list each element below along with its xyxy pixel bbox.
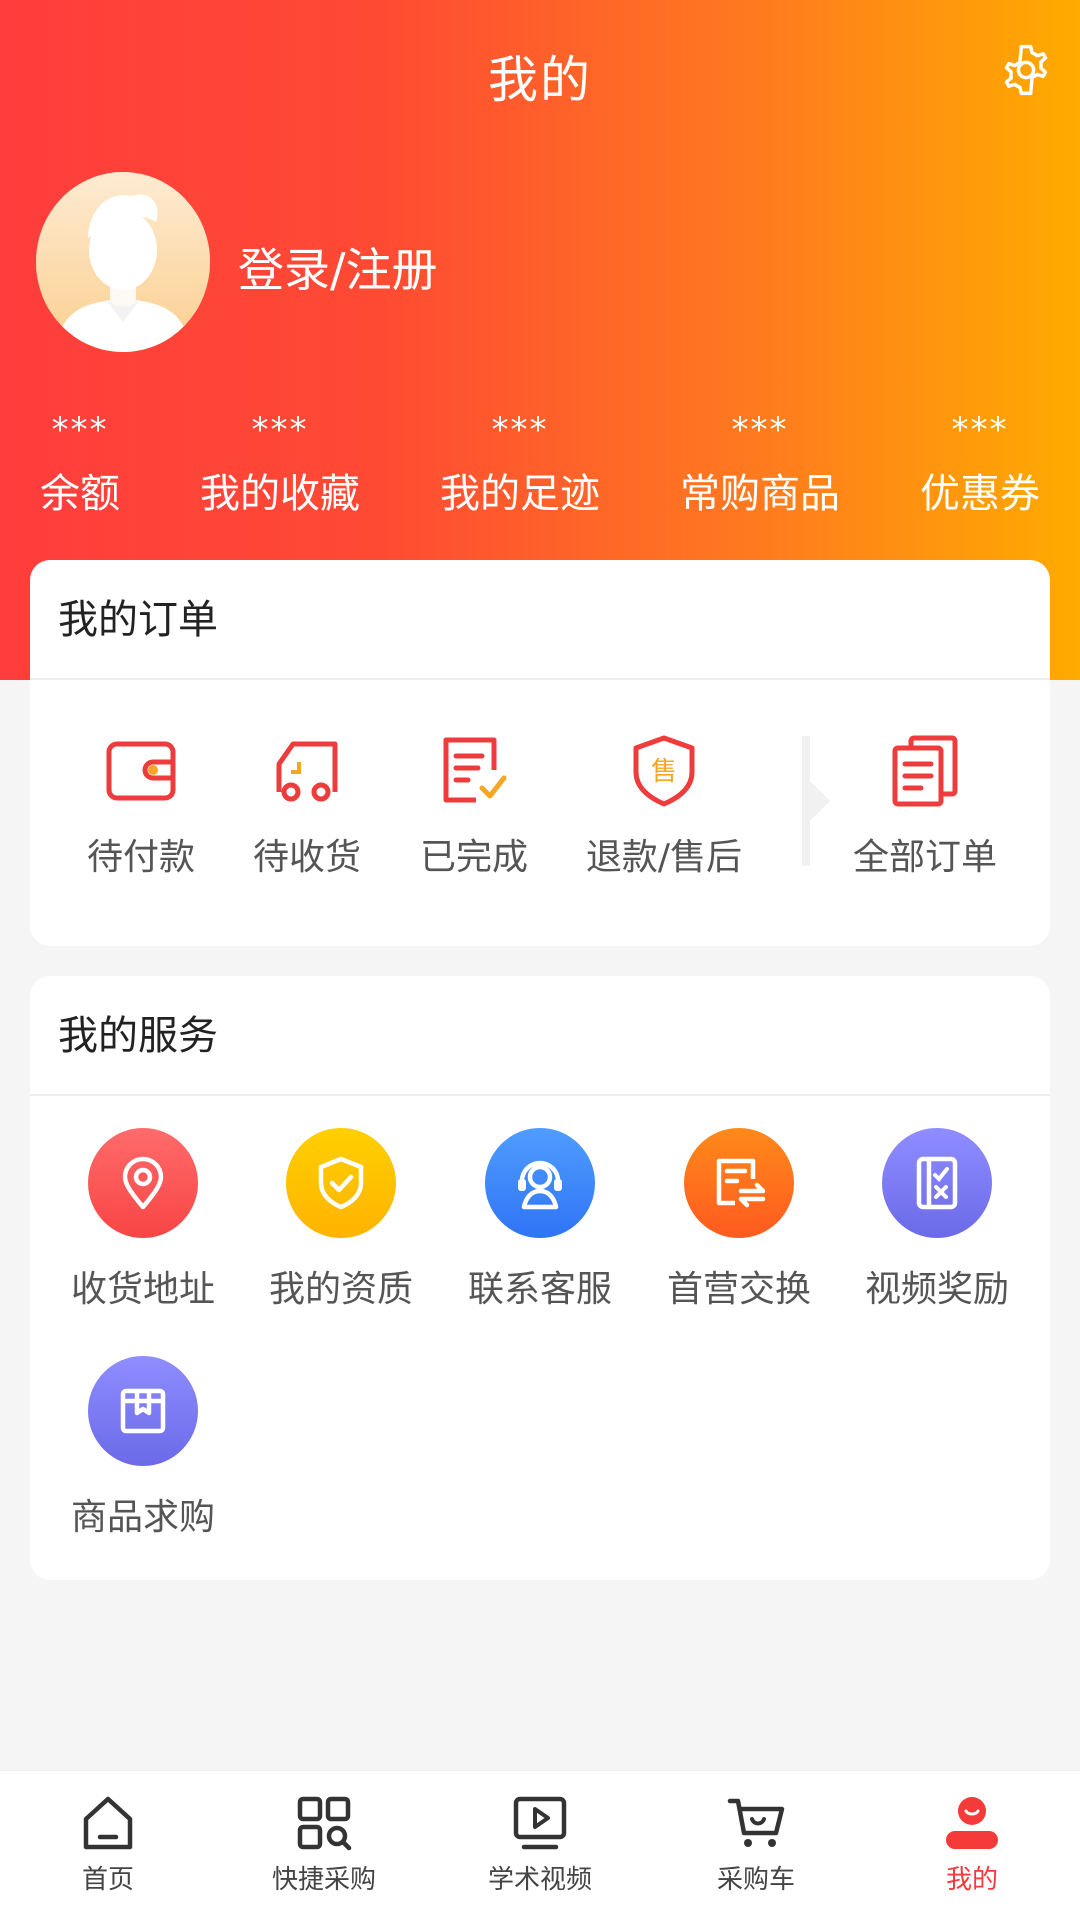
- service-product-request[interactable]: 商品求购: [53, 1356, 233, 1540]
- orders-title: 我的订单: [30, 560, 1050, 680]
- service-qualification[interactable]: 我的资质: [251, 1128, 431, 1312]
- orders-stack-icon: [892, 735, 958, 807]
- tab-profile[interactable]: 我的: [892, 1793, 1052, 1896]
- stat-value: ***: [731, 410, 789, 450]
- orders-card: 我的订单 待付款 待收货 已完成 售 退款/售后 全部订单: [30, 560, 1050, 946]
- tab-cart[interactable]: 采购车: [676, 1793, 836, 1896]
- stat-balance[interactable]: *** 余额: [40, 410, 120, 524]
- tab-label: 采购车: [716, 1865, 795, 1895]
- stats-row: *** 余额 *** 我的收藏 *** 我的足迹 *** 常购商品 *** 优惠…: [0, 410, 1080, 530]
- stat-label: 常购商品: [680, 471, 840, 517]
- order-item-label: 全部订单: [852, 837, 997, 878]
- shield-sale-icon: 售: [633, 735, 695, 807]
- service-first-exchange[interactable]: 首营交换: [649, 1128, 829, 1312]
- headset-icon: [485, 1128, 595, 1238]
- cart-icon: [727, 1798, 785, 1847]
- video-icon: [513, 1796, 567, 1850]
- service-label: 首营交换: [666, 1269, 811, 1310]
- service-customer-support[interactable]: 联系客服: [450, 1128, 630, 1312]
- document-check-icon: [443, 737, 507, 803]
- tab-label: 首页: [81, 1865, 134, 1895]
- service-label: 视频奖励: [864, 1269, 1009, 1310]
- exchange-icon: [684, 1128, 794, 1238]
- stat-coupons[interactable]: *** 优惠券: [920, 410, 1040, 524]
- login-register-link[interactable]: 登录/注册: [238, 234, 438, 300]
- order-refund-aftersale[interactable]: 售 退款/售后: [564, 732, 764, 880]
- stat-label: 我的收藏: [200, 471, 360, 517]
- stat-label: 优惠券: [920, 471, 1040, 517]
- order-item-label: 退款/售后: [585, 837, 743, 878]
- avatar[interactable]: [36, 172, 210, 352]
- tab-label: 学术视频: [487, 1865, 592, 1895]
- svg-text:售: 售: [651, 757, 677, 787]
- stat-value: ***: [491, 410, 549, 450]
- order-item-label: 已完成: [419, 837, 528, 878]
- home-icon: [83, 1796, 133, 1850]
- tab-academic-video[interactable]: 学术视频: [460, 1793, 620, 1896]
- stat-value: ***: [951, 410, 1009, 450]
- stat-label: 我的足迹: [440, 471, 600, 517]
- stat-frequent-products[interactable]: *** 常购商品: [680, 410, 840, 524]
- order-completed[interactable]: 已完成: [374, 732, 574, 880]
- tab-home[interactable]: 首页: [28, 1793, 188, 1896]
- service-shipping-address[interactable]: 收货地址: [53, 1128, 233, 1312]
- tab-label: 快捷采购: [271, 1865, 376, 1895]
- profile-icon: [946, 1797, 998, 1849]
- service-video-reward[interactable]: 视频奖励: [847, 1128, 1027, 1312]
- truck-icon: [276, 741, 338, 802]
- package-icon: [88, 1356, 198, 1466]
- service-label: 联系客服: [467, 1269, 612, 1310]
- stat-footprints[interactable]: *** 我的足迹: [440, 410, 600, 524]
- stat-label: 余额: [40, 471, 120, 517]
- service-label: 我的资质: [268, 1269, 413, 1310]
- tab-label: 我的: [945, 1865, 998, 1895]
- services-card: 我的服务 收货地址 我的资质 联系客服 首营交换 视频奖励 商品求购: [30, 976, 1050, 1580]
- location-pin-icon: [88, 1128, 198, 1238]
- tab-quick-purchase[interactable]: 快捷采购: [244, 1793, 404, 1896]
- stat-favorites[interactable]: *** 我的收藏: [200, 410, 360, 524]
- wallet-icon: [106, 741, 176, 801]
- checklist-icon: [882, 1128, 992, 1238]
- stat-value: ***: [251, 410, 309, 450]
- order-all[interactable]: 全部订单: [825, 732, 1025, 880]
- page-title: 我的: [488, 51, 592, 109]
- quick-purchase-icon: [297, 1796, 352, 1851]
- shield-check-icon: [286, 1128, 396, 1238]
- service-label: 收货地址: [70, 1269, 215, 1310]
- services-title: 我的服务: [30, 976, 1050, 1096]
- service-label: 商品求购: [70, 1497, 215, 1538]
- stat-value: ***: [51, 410, 109, 450]
- bottom-tab-bar: 首页 快捷采购 学术视频 采购车 我的: [0, 1770, 1080, 1920]
- settings-gear-icon[interactable]: [998, 42, 1054, 98]
